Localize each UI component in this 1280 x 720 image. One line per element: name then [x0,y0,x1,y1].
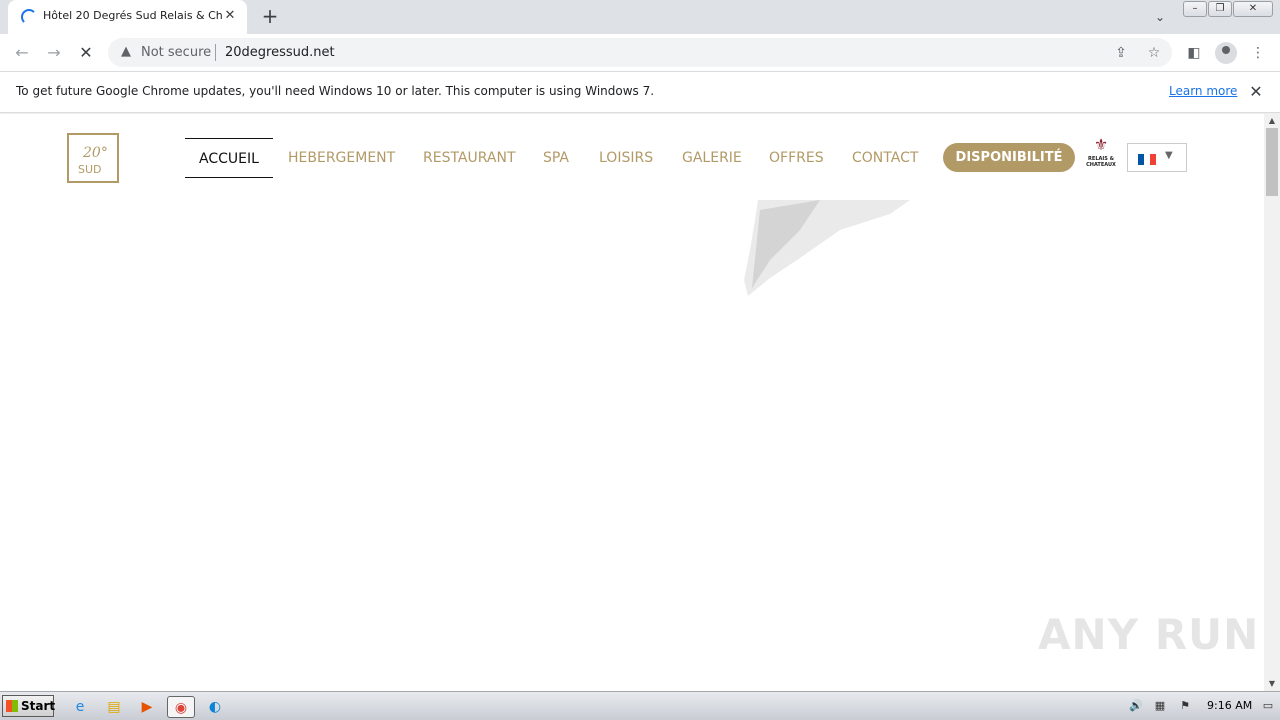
action-center-flag-icon[interactable]: ⚑ [1177,698,1193,714]
share-icon[interactable]: ⇪ [1112,44,1130,62]
start-label: Start [21,699,56,713]
chrome-taskbar-icon[interactable]: ◉ [167,696,195,718]
tab-title: Hôtel 20 Degrés Sud Relais & Chateaux [43,9,223,22]
start-button[interactable]: Start [2,695,56,717]
profile-avatar-icon[interactable] [1215,42,1237,64]
relais-chateaux-text: RELAIS & CHATEAUX [1086,156,1116,168]
stop-loading-icon[interactable]: ✕ [74,41,98,65]
tab-search-chevron-icon[interactable]: ⌄ [1150,7,1170,27]
nav-item-galerie[interactable]: GALERIE [682,138,742,178]
file-explorer-icon[interactable]: ▤ [103,696,125,718]
nav-item-contact[interactable]: CONTACT [852,138,918,178]
restore-button[interactable]: ❐ [1208,1,1232,17]
tab-strip: Hôtel 20 Degrés Sud Relais & Chateaux ✕ … [0,0,1280,34]
internet-explorer-icon[interactable]: e [69,696,91,718]
volume-icon[interactable]: 🔊 [1128,698,1144,714]
logo-sud-text: SUD [78,163,102,176]
security-label[interactable]: Not secure [141,45,211,60]
tab-close-icon[interactable]: ✕ [221,7,239,25]
anyrun-watermark: ANY RUN [1038,610,1260,659]
browser-toolbar: ← → ✕ ▲ Not secure 20degressud.net ⇪ ☆ ◧… [0,34,1280,71]
hero-image-fragment [744,200,910,296]
taskbar-clock[interactable]: 9:16 AM [1207,699,1252,712]
back-arrow-icon[interactable]: ← [10,41,34,65]
learn-more-link[interactable]: Learn more [1169,84,1237,98]
page-scrollbar[interactable]: ▲ ▼ [1264,114,1280,691]
warning-triangle-icon[interactable]: ▲ [118,44,134,60]
show-desktop-icon[interactable]: ▭ [1260,698,1276,714]
scroll-up-arrow-icon[interactable]: ▲ [1264,114,1280,128]
language-selector[interactable]: ▼ [1127,143,1187,172]
nav-item-hebergement[interactable]: HEBERGEMENT [288,138,395,178]
nav-item-offres[interactable]: OFFRES [769,138,824,178]
address-bar[interactable]: ▲ Not secure 20degressud.net ⇪ ☆ [108,38,1172,67]
forward-arrow-icon[interactable]: → [42,41,66,65]
caret-down-icon: ▼ [1165,150,1173,161]
browser-tab[interactable]: Hôtel 20 Degrés Sud Relais & Chateaux ✕ [8,0,247,34]
loading-spinner-icon [21,9,37,25]
omnibox-divider [215,44,216,61]
fleur-de-lis-icon: ⚜ [1093,135,1109,154]
relais-chateaux-logo[interactable]: ⚜ RELAIS & CHATEAUX [1085,135,1117,169]
minimize-button[interactable]: – [1183,1,1207,17]
disponibilite-button[interactable]: DISPONIBILITÉ [943,143,1075,172]
scrollbar-thumb[interactable] [1266,128,1278,196]
nav-item-loisirs[interactable]: LOISIRS [599,138,653,178]
new-tab-button[interactable]: + [258,5,282,29]
menu-kebab-icon[interactable]: ⋮ [1248,43,1268,63]
infobar-close-icon[interactable]: ✕ [1246,82,1266,102]
french-flag-icon [1138,154,1156,165]
windows-taskbar: Start e ▤ ▶ ◉ ◐ 🔊 ▦ ⚑ 9:16 AM ▭ [0,691,1280,720]
update-infobar: To get future Google Chrome updates, you… [0,71,1280,113]
url-text[interactable]: 20degressud.net [225,45,335,60]
page-viewport: 20° SUD ACCUEIL HEBERGEMENT RESTAURANT S… [0,114,1264,691]
site-logo[interactable]: 20° SUD [67,133,119,183]
windows-logo-icon [6,700,18,712]
logo-degrees-text: 20° [83,145,108,161]
window-close-button[interactable]: ✕ [1233,1,1273,17]
side-panel-icon[interactable]: ◧ [1184,43,1204,63]
media-player-icon[interactable]: ▶ [136,696,158,718]
bookmark-star-icon[interactable]: ☆ [1145,44,1163,62]
nav-item-spa[interactable]: SPA [543,138,569,178]
network-icon[interactable]: ▦ [1152,698,1168,714]
edge-icon[interactable]: ◐ [204,696,226,718]
nav-item-accueil[interactable]: ACCUEIL [185,138,273,178]
nav-item-restaurant[interactable]: RESTAURANT [423,138,516,178]
infobar-message: To get future Google Chrome updates, you… [16,84,655,98]
scroll-down-arrow-icon[interactable]: ▼ [1264,677,1280,691]
